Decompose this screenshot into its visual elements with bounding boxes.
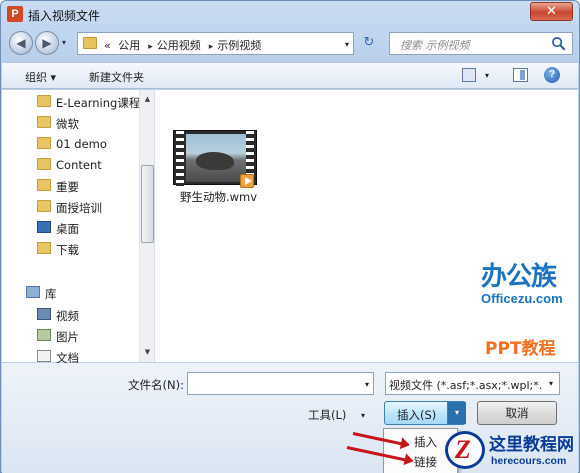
close-button[interactable]: ✕: [530, 2, 573, 21]
watermark-ppt-label: PPT教程: [485, 339, 556, 359]
breadcrumb: « 公用 ▸ 公用视频 ▸ 示例视频: [104, 37, 265, 53]
folder-icon: [37, 116, 51, 128]
breadcrumb-item-public[interactable]: 公用: [118, 39, 140, 52]
tree-item-important[interactable]: 重要: [2, 176, 140, 194]
folder-icon: [37, 200, 51, 212]
video-library-icon: [37, 308, 51, 320]
scrollbar-thumb[interactable]: [141, 165, 154, 243]
insert-button-label[interactable]: 插入(S): [397, 407, 436, 423]
search-icon[interactable]: [551, 36, 566, 51]
dialog-title: 插入视频文件: [28, 9, 101, 23]
tree-item-desktop[interactable]: 桌面: [2, 218, 140, 236]
downloads-icon: [37, 242, 51, 254]
cancel-button[interactable]: 取消: [477, 401, 557, 425]
tree-item-content[interactable]: Content: [2, 155, 140, 173]
watermark-site-url: herecours.com: [491, 455, 567, 467]
menu-item-insert[interactable]: 插入: [414, 434, 437, 450]
browser-area: E-Learning课程 微软 01 demo Content 重要 面授培训: [2, 90, 578, 365]
chevron-down-icon[interactable]: ▾: [361, 411, 365, 420]
video-thumbnail: [186, 134, 246, 182]
file-type-select[interactable]: 视频文件 (*.asf;*.asx;*.wpl;*.wm ▾: [385, 372, 560, 395]
tools-menu-button[interactable]: 工具(L): [308, 407, 346, 423]
command-toolbar: 组织 ▾ 新建文件夹 ▾ ?: [2, 62, 578, 89]
tree-item-label: Content: [56, 158, 102, 172]
officezu-watermark: 办公族 Officezu.com: [481, 256, 573, 306]
tree-item-microsoft[interactable]: 微软: [2, 113, 140, 131]
address-dropdown-button[interactable]: ▾: [345, 40, 349, 49]
navigation-pane: E-Learning课程 微软 01 demo Content 重要 面授培训: [2, 90, 155, 365]
menu-item-link[interactable]: 链接: [414, 454, 437, 470]
folder-icon: [83, 37, 97, 49]
documents-library-icon: [37, 350, 51, 362]
tree-item-label: 桌面: [56, 222, 79, 236]
tree-item-label: 图片: [56, 330, 79, 344]
tree-item-label: 重要: [56, 180, 79, 194]
chevron-right-icon[interactable]: ▸: [209, 42, 214, 52]
navigation-bar: ◀ ▶ ▾ « 公用 ▸ 公用视频 ▸ 示例视频 ▾ ↻ 搜索 示例视频: [7, 31, 573, 57]
new-folder-button[interactable]: 新建文件夹: [89, 69, 144, 85]
filename-dropdown-icon[interactable]: ▾: [365, 380, 369, 389]
watermark-site-name: 这里教程网: [489, 435, 574, 455]
tree-item-training[interactable]: 面授培训: [2, 197, 140, 215]
file-type-value: 视频文件 (*.asf;*.asx;*.wpl;*.wm: [389, 379, 560, 392]
organize-menu-button[interactable]: 组织 ▾: [25, 69, 56, 85]
tree-item-downloads[interactable]: 下载: [2, 239, 140, 257]
scroll-down-icon[interactable]: ▼: [140, 345, 155, 360]
folder-icon: [37, 95, 51, 107]
herecours-logo-icon: [445, 431, 485, 469]
tree-item-e-learning[interactable]: E-Learning课程: [2, 92, 140, 110]
tree-item-label: 01 demo: [56, 137, 107, 151]
folder-icon: [37, 137, 51, 149]
chevron-right-icon[interactable]: ▸: [148, 42, 153, 52]
insert-dropdown-icon[interactable]: ▾: [447, 402, 466, 424]
back-button[interactable]: ◀: [9, 31, 33, 55]
pictures-library-icon: [37, 329, 51, 341]
scroll-up-icon[interactable]: ▲: [140, 92, 155, 107]
breadcrumb-overflow[interactable]: «: [104, 39, 111, 52]
navigation-scrollbar[interactable]: ▲ ▼: [139, 90, 154, 362]
search-input[interactable]: 搜索 示例视频: [389, 32, 573, 55]
tree-item-label: E-Learning课程: [56, 96, 141, 110]
forward-button[interactable]: ▶: [35, 31, 59, 55]
tree-item-label: 库: [45, 287, 57, 301]
folder-icon: [37, 158, 51, 170]
search-placeholder: 搜索 示例视频: [400, 39, 470, 52]
filename-input[interactable]: ▾: [187, 372, 374, 395]
tree-item-label: 下载: [56, 243, 79, 257]
tree-item-pictures[interactable]: 图片: [2, 326, 140, 344]
watermark-url: Officezu.com: [481, 291, 563, 306]
title-bar: P 插入视频文件 ✕: [1, 1, 579, 27]
tree-item-01-demo[interactable]: 01 demo: [2, 134, 140, 152]
folder-icon: [37, 179, 51, 191]
recent-locations-button[interactable]: ▾: [62, 38, 66, 47]
view-options-dropdown[interactable]: ▾: [485, 71, 489, 80]
watermark-logo-text: 办公族: [481, 262, 557, 292]
insert-video-dialog: P 插入视频文件 ✕ ◀ ▶ ▾ « 公用 ▸ 公用视频 ▸ 示例视频 ▾ ↻ 搜索 示…: [0, 0, 580, 473]
insert-split-button[interactable]: 插入(S) ▾: [384, 401, 466, 425]
file-list: 野生动物.wmv: [156, 90, 578, 362]
breadcrumb-item-sample-videos[interactable]: 示例视频: [217, 39, 261, 52]
powerpoint-icon: P: [7, 6, 23, 22]
refresh-button[interactable]: ↻: [359, 34, 379, 52]
desktop-icon: [37, 221, 51, 233]
filename-label: 文件名(N):: [128, 378, 184, 392]
library-icon: [26, 286, 40, 298]
film-strip: [176, 131, 184, 186]
preview-pane-icon[interactable]: [513, 68, 528, 82]
tree-item-label: 面授培训: [56, 201, 102, 215]
file-name[interactable]: 野生动物.wmv: [180, 189, 257, 205]
herecours-watermark: 这里教程网 herecours.com: [445, 428, 579, 473]
change-view-icon[interactable]: [462, 68, 476, 82]
tree-item-libraries[interactable]: 库: [2, 283, 140, 301]
chevron-down-icon[interactable]: ▾: [543, 373, 559, 394]
media-player-badge-icon: [240, 174, 254, 188]
tree-item-videos[interactable]: 视频: [2, 305, 140, 323]
breadcrumb-item-public-videos[interactable]: 公用视频: [157, 39, 201, 52]
help-icon[interactable]: ?: [544, 67, 560, 83]
tree-item-label: 微软: [56, 117, 79, 131]
address-bar[interactable]: « 公用 ▸ 公用视频 ▸ 示例视频 ▾: [77, 32, 354, 55]
tree-item-label: 视频: [56, 309, 79, 323]
